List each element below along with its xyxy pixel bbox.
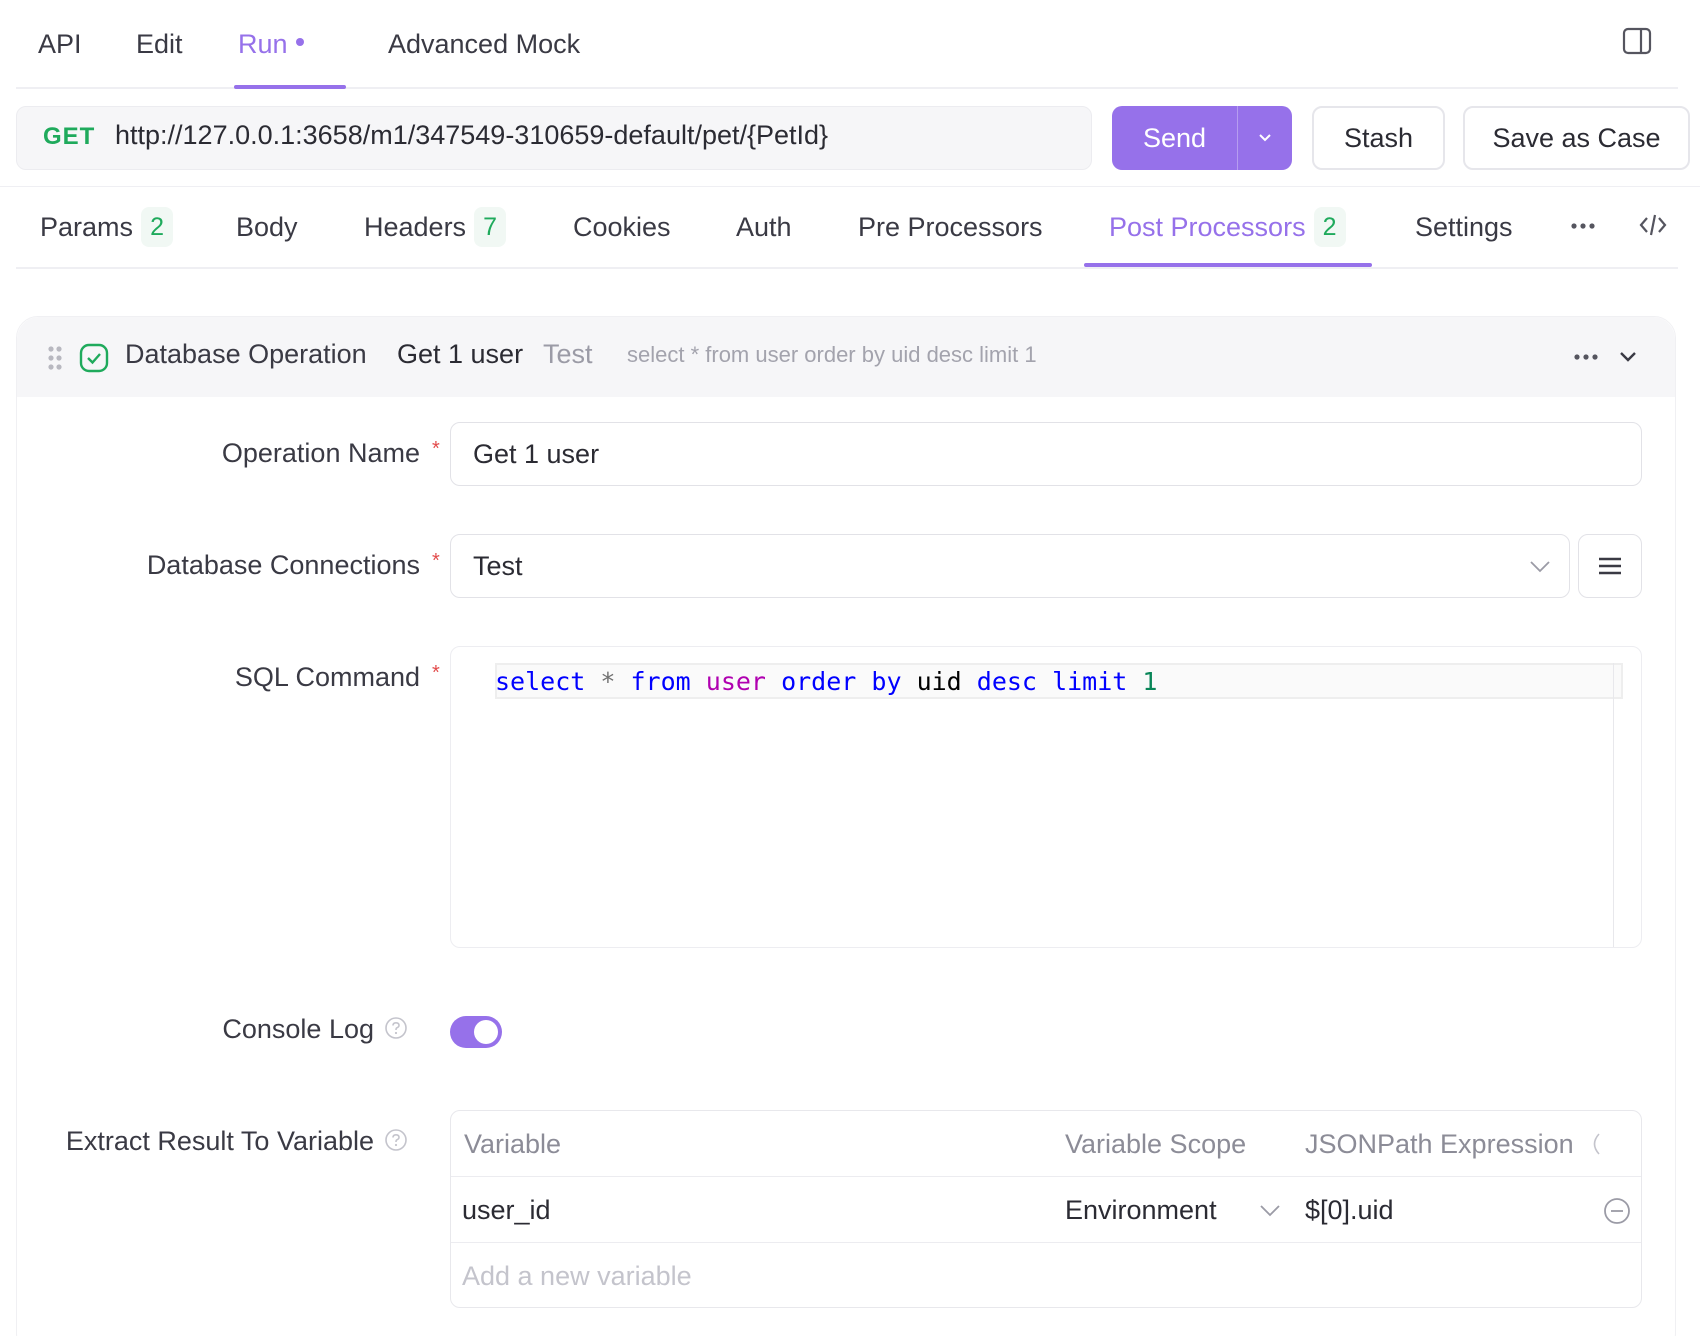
sql-code[interactable]: select * from user order by uid desc lim… xyxy=(495,667,1157,696)
sql-command-editor[interactable]: select * from user order by uid desc lim… xyxy=(450,646,1642,948)
required-star: * xyxy=(432,550,440,572)
column-header-scope: Variable Scope xyxy=(1065,1129,1247,1159)
sql-token: limit xyxy=(1052,667,1128,696)
processor-name: Get 1 user xyxy=(397,339,524,369)
send-options-button[interactable] xyxy=(1238,106,1292,170)
sql-command-label: SQL Command xyxy=(234,662,420,692)
required-star: * xyxy=(432,662,440,684)
active-tab-indicator xyxy=(234,85,346,89)
headers-count-badge: 7 xyxy=(474,207,507,247)
jsonpath-input[interactable]: $[0].uid xyxy=(1305,1177,1394,1243)
url-input[interactable]: http://127.0.0.1:3658/m1/347549-310659-d… xyxy=(115,120,828,151)
tab-run-label: Run xyxy=(238,29,288,59)
column-header-variable: Variable xyxy=(464,1129,562,1159)
tab-pre-processors[interactable]: Pre Processors xyxy=(858,207,1043,247)
required-star: * xyxy=(432,438,440,460)
extract-variables-table: Variable Variable Scope JSONPath Express… xyxy=(450,1110,1642,1308)
params-count-badge: 2 xyxy=(141,207,174,247)
post-processors-count-badge: 2 xyxy=(1313,207,1346,247)
tab-body[interactable]: Body xyxy=(236,207,298,247)
chevron-down-icon[interactable] xyxy=(1259,1201,1281,1221)
sql-token: user xyxy=(705,667,766,696)
stash-button[interactable]: Stash xyxy=(1312,106,1445,170)
variable-scope-select[interactable]: Environment xyxy=(1065,1177,1217,1243)
sql-token: 1 xyxy=(1142,667,1158,696)
tab-post-processors[interactable]: Post Processors 2 xyxy=(1109,207,1346,247)
unsaved-dot-icon xyxy=(295,37,304,46)
more-options-icon[interactable] xyxy=(1573,343,1599,371)
tab-edit[interactable]: Edit xyxy=(136,24,183,64)
more-tabs-icon[interactable] xyxy=(1570,221,1596,231)
active-tab-indicator xyxy=(1084,263,1372,267)
table-header: Variable Variable Scope JSONPath Express… xyxy=(451,1111,1641,1177)
operation-name-label: Operation Name xyxy=(221,438,420,468)
remove-row-icon[interactable] xyxy=(1603,1197,1631,1225)
sql-token: select xyxy=(495,667,586,696)
enabled-checkbox-icon[interactable] xyxy=(79,343,109,373)
sql-token: * xyxy=(600,667,616,696)
sql-token: from xyxy=(630,667,691,696)
collapse-chevron-icon[interactable] xyxy=(1617,343,1639,371)
top-tab-bar: API Edit Run Advanced Mock xyxy=(16,0,1678,89)
save-as-case-button[interactable]: Save as Case xyxy=(1463,106,1690,170)
tab-settings[interactable]: Settings xyxy=(1415,207,1513,247)
database-connections-label: Database Connections xyxy=(146,550,420,580)
tab-advanced-mock[interactable]: Advanced Mock xyxy=(388,24,580,64)
tab-post-processors-label: Post Processors xyxy=(1109,212,1306,242)
tab-cookies[interactable]: Cookies xyxy=(573,207,671,247)
help-icon[interactable] xyxy=(384,1016,408,1040)
tab-api[interactable]: API xyxy=(38,24,82,64)
sql-token: desc xyxy=(976,667,1037,696)
request-tab-bar: Params 2 Body Headers 7 Cookies Auth Pre P… xyxy=(16,187,1678,269)
tab-headers[interactable]: Headers 7 xyxy=(364,207,507,247)
tab-auth[interactable]: Auth xyxy=(736,207,792,247)
database-connections-select[interactable]: Test xyxy=(450,534,1570,598)
side-panel-toggle-icon[interactable] xyxy=(1622,26,1652,56)
url-bar[interactable]: GET http://127.0.0.1:3658/m1/347549-3106… xyxy=(16,106,1092,170)
tab-run[interactable]: Run xyxy=(238,24,304,64)
processor-sql-summary: select * from user order by uid desc lim… xyxy=(627,342,1037,367)
processor-card-header[interactable]: Database Operation Get 1 user Test selec… xyxy=(17,317,1675,397)
send-button[interactable]: Send xyxy=(1112,106,1237,170)
sql-token: uid xyxy=(916,667,962,696)
column-header-jsonpath: JSONPath Expression xyxy=(1305,1129,1574,1159)
list-icon xyxy=(1599,557,1621,575)
tab-params[interactable]: Params 2 xyxy=(40,207,174,247)
editor-scrollbar-track[interactable] xyxy=(1613,663,1614,947)
http-method[interactable]: GET xyxy=(43,123,95,151)
chevron-down-icon xyxy=(1530,561,1550,573)
tab-params-label: Params xyxy=(40,212,134,242)
variable-name-input[interactable]: user_id xyxy=(462,1177,551,1243)
code-icon[interactable] xyxy=(1638,211,1668,239)
toggle-knob xyxy=(474,1020,498,1044)
manage-connections-button[interactable] xyxy=(1578,534,1642,598)
send-button-group: Send xyxy=(1112,106,1292,170)
help-icon[interactable] xyxy=(1589,1133,1601,1155)
chevron-down-icon xyxy=(1259,134,1271,142)
help-icon[interactable] xyxy=(384,1128,408,1152)
drag-handle-icon[interactable] xyxy=(47,345,63,371)
console-log-label: Console Log xyxy=(222,1014,374,1044)
console-log-toggle[interactable] xyxy=(450,1016,502,1048)
sql-token: by xyxy=(871,667,902,696)
database-connections-value: Test xyxy=(473,551,523,581)
operation-name-input[interactable]: Get 1 user xyxy=(450,422,1642,486)
sql-token: order xyxy=(781,667,857,696)
extract-result-label: Extract Result To Variable xyxy=(65,1126,374,1156)
processor-type: Database Operation xyxy=(125,339,367,369)
tab-headers-label: Headers xyxy=(364,212,467,242)
processor-connection: Test xyxy=(543,339,593,369)
table-row: user_id Environment $[0].uid xyxy=(451,1177,1641,1243)
add-variable-input[interactable]: Add a new variable xyxy=(462,1243,692,1307)
